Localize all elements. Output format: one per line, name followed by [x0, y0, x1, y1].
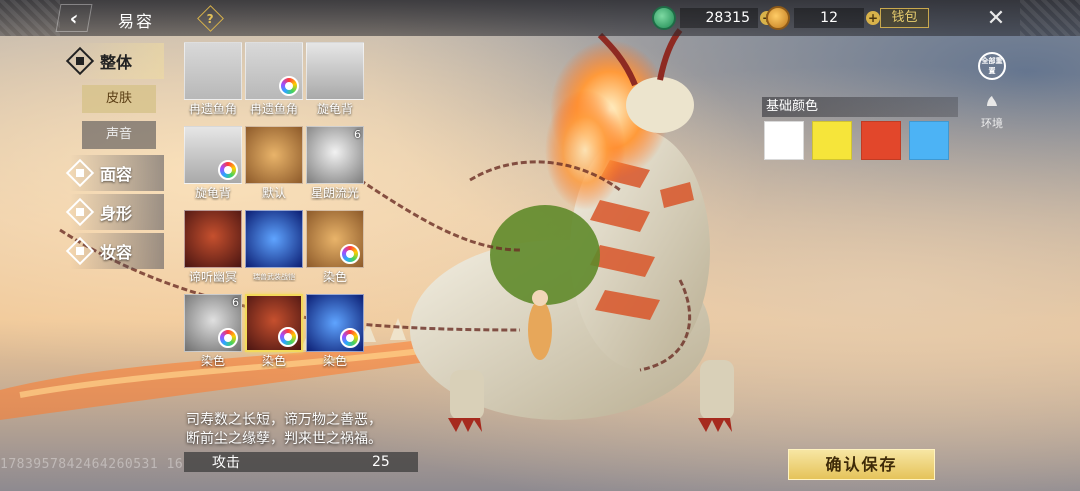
top-bar: ‹ 易容 ? 28315 + 12 + 钱包 ✕ [0, 0, 1080, 36]
item-label: 染色 [322, 354, 347, 368]
item-label: 冉遗鱼角 [249, 102, 298, 116]
gourd-amount: 12 [794, 8, 864, 28]
body-icon [65, 197, 95, 227]
makeup-icon [65, 236, 95, 266]
player-uid-watermark: 1783957842464260531 16 [0, 457, 184, 472]
item-label: 旋龟背 [194, 186, 231, 200]
help-button[interactable]: ? [197, 5, 224, 32]
environment-button[interactable]: 环境 [970, 93, 1014, 131]
category-label: 面容 [100, 165, 133, 184]
color-swatch-white[interactable] [764, 121, 804, 160]
jade-coin-icon [652, 6, 676, 30]
skin-item[interactable]: 染色 [306, 210, 364, 288]
palette-icon [279, 76, 299, 96]
reset-all-button[interactable]: 全部重置 [970, 52, 1014, 80]
overall-icon [65, 46, 95, 76]
shell-thumbnail [184, 126, 242, 184]
question-icon: ? [207, 11, 214, 26]
gourd-currency: 12 + [766, 6, 880, 30]
page-title: 易容 [118, 12, 155, 31]
item-label: 染色 [322, 270, 347, 284]
helmet-thumbnail [306, 294, 364, 352]
close-icon: ✕ [986, 5, 1006, 31]
reset-icon: 全部重置 [978, 52, 1006, 80]
item-label: 冉遗鱼角 [188, 102, 237, 116]
palette-icon [218, 160, 238, 180]
category-label: 妆容 [100, 243, 133, 262]
skin-item[interactable]: 瑞兽武装战铠 [245, 210, 303, 288]
base-color-title: 基础颜色 [762, 97, 958, 117]
stat-bar: 攻击 25 [184, 452, 418, 472]
helmet-thumbnail [245, 210, 303, 268]
stat-name: 攻击 [212, 455, 240, 471]
back-button[interactable]: ‹ [55, 4, 93, 32]
face-thumbnail [184, 210, 242, 268]
category-face[interactable]: 面容 [65, 155, 164, 191]
palette-icon [340, 244, 360, 264]
item-label: 瑞兽武装战铠 [253, 273, 295, 281]
skin-item[interactable]: 旋龟背 [184, 126, 242, 204]
item-count-badge: 6 [232, 296, 239, 309]
color-swatch-blue[interactable] [909, 121, 949, 160]
horn-thumbnail [245, 42, 303, 100]
face-thumbnail: 6 [306, 126, 364, 184]
palette-icon [278, 327, 298, 347]
skin-item[interactable]: 默认 [245, 126, 303, 204]
category-makeup[interactable]: 妆容 [65, 233, 164, 269]
face-thumbnail [245, 126, 303, 184]
reset-label: 全部重置 [981, 57, 1003, 75]
jade-amount: 28315 [680, 8, 758, 28]
subtab-skin[interactable]: 皮肤 [82, 85, 156, 113]
category-label: 身形 [100, 204, 133, 223]
corner-ornament [0, 0, 60, 36]
stat-value: 25 [372, 454, 390, 470]
confirm-save-button[interactable]: 确认保存 [788, 449, 935, 480]
face-thumbnail [306, 210, 364, 268]
skin-item[interactable]: 谛听幽冥 [184, 210, 242, 288]
close-button[interactable]: ✕ [982, 4, 1010, 32]
skin-description: 司寿数之长短，谛万物之善恶， 断前尘之缘孽，判来世之祸福。 [186, 411, 382, 449]
subtab-voice[interactable]: 声音 [82, 121, 156, 149]
item-label: 染色 [261, 354, 286, 368]
gourd-add-button[interactable]: + [866, 11, 880, 25]
skin-item[interactable]: 冉遗鱼角 [184, 42, 242, 120]
color-swatch-red[interactable] [861, 121, 901, 160]
corner-ornament [1020, 0, 1080, 36]
item-label: 染色 [200, 354, 225, 368]
palette-icon [218, 328, 238, 348]
color-swatch-yellow[interactable] [812, 121, 852, 160]
skin-item[interactable]: 染色 [306, 294, 364, 372]
face-thumbnail: 6 [184, 294, 242, 352]
category-body[interactable]: 身形 [65, 194, 164, 230]
jade-currency: 28315 + [652, 6, 774, 30]
horn-thumbnail [184, 42, 242, 100]
category-overall[interactable]: 整体 [65, 43, 164, 79]
skin-item[interactable]: 旋龟背 [306, 42, 364, 120]
back-arrow-icon: ‹ [67, 6, 81, 30]
skin-item[interactable]: 6 染色 [184, 294, 242, 372]
item-count-badge: 6 [354, 128, 361, 141]
shell-thumbnail [306, 42, 364, 100]
face-icon [65, 158, 95, 188]
item-label: 默认 [261, 186, 286, 200]
face-thumbnail [245, 294, 303, 352]
category-label: 整体 [100, 53, 133, 72]
skin-item-selected[interactable]: 染色 [245, 294, 303, 372]
wallet-button[interactable]: 钱包 [880, 8, 929, 28]
description-line: 司寿数之长短，谛万物之善恶， [186, 412, 382, 428]
environment-label: 环境 [981, 117, 1003, 130]
environment-icon [987, 96, 997, 106]
item-label: 谛听幽冥 [188, 270, 237, 284]
skin-item[interactable]: 6 星朗流光 [306, 126, 364, 204]
palette-icon [340, 328, 360, 348]
item-label: 旋龟背 [316, 102, 353, 116]
gourd-icon [766, 6, 790, 30]
item-label: 星朗流光 [310, 186, 359, 200]
skin-item[interactable]: 冉遗鱼角 [245, 42, 303, 120]
description-line: 断前尘之缘孽，判来世之祸福。 [186, 431, 382, 447]
